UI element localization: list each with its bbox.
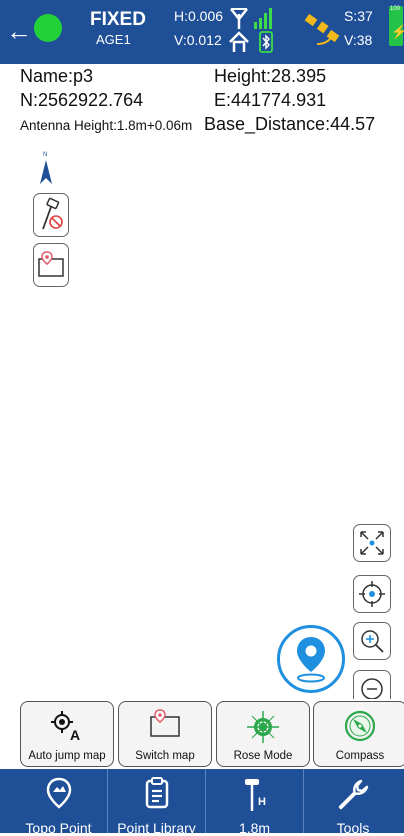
zoom-in-icon [361, 630, 384, 653]
point-height: Height:28.395 [214, 66, 327, 86]
base-distance: Base_Distance:44.57 [204, 114, 376, 134]
map-switch-icon [150, 709, 180, 737]
locate-point-button[interactable] [277, 625, 345, 693]
full-extent-icon [360, 531, 384, 555]
compass-rose-icon [247, 711, 279, 743]
point-name: Name:p3 [20, 66, 94, 86]
north-arrow-icon: N [38, 150, 54, 191]
nav-topo-point-label: Topo Point [25, 820, 92, 836]
bottom-navigation: Topo Point Point Library H 1.8m Tools [0, 769, 404, 836]
switch-map-label: Switch map [135, 750, 195, 762]
map-pin-frame-icon [38, 251, 64, 277]
target-a-icon: A [51, 711, 80, 742]
location-pin-icon [297, 637, 325, 683]
zoom-out-icon [361, 678, 383, 699]
crosshair-icon [359, 581, 385, 607]
bluetooth-icon [259, 31, 273, 53]
nav-antenna-height[interactable]: H 1.8m [206, 769, 304, 836]
satellite-icon [304, 13, 340, 45]
antenna-height-icon: H [244, 779, 266, 811]
satellites-used: S:37 [344, 8, 373, 24]
status-bar: ← FIXED AGE1 H:0.006 V:0.012 S:37 V:38 1… [0, 0, 404, 64]
fix-status-indicator [34, 14, 62, 42]
auto-jump-map-button[interactable]: A Auto jump map [20, 701, 114, 767]
antenna-height: Antenna Height:1.8m+0.06m [20, 118, 193, 133]
rose-mode-button[interactable]: Rose Mode [216, 701, 310, 767]
map-mode-bar: A Auto jump map Switch map Rose Mode Com… [0, 701, 404, 769]
antenna-icon [230, 8, 248, 29]
satellites-visible: V:38 [344, 32, 373, 48]
svg-text:A: A [70, 727, 80, 742]
nav-tools[interactable]: Tools [304, 769, 402, 836]
full-extent-button[interactable] [353, 524, 391, 562]
nav-point-library-label: Point Library [117, 820, 196, 836]
point-east: E:441774.931 [214, 90, 327, 110]
wrench-icon [338, 779, 369, 810]
nav-tools-label: Tools [336, 820, 370, 836]
point-north: N:2562922.764 [20, 90, 144, 110]
survey-pole-off-icon [42, 197, 63, 230]
svg-text:H: H [258, 796, 266, 808]
back-arrow-icon[interactable]: ← [6, 18, 32, 44]
zoom-out-button[interactable] [353, 670, 391, 699]
base-station-icon [229, 31, 249, 52]
signal-strength-icon [254, 8, 272, 29]
age-label: AGE1 [96, 32, 131, 47]
fix-status-label: FIXED [90, 9, 146, 30]
map-point-button[interactable] [33, 243, 69, 287]
rose-mode-label: Rose Mode [233, 750, 293, 762]
nav-topo-point[interactable]: Topo Point [10, 769, 108, 836]
v-precision: V:0.012 [174, 32, 222, 48]
auto-jump-map-label: Auto jump map [28, 750, 106, 762]
nav-point-library[interactable]: Point Library [108, 769, 206, 836]
charging-bolt-icon: ⚡ [391, 24, 404, 39]
h-precision: H:0.006 [174, 8, 224, 24]
zoom-in-button[interactable] [353, 622, 391, 660]
compass-label: Compass [335, 750, 385, 762]
battery-percent: 100 [390, 6, 401, 12]
center-position-button[interactable] [353, 575, 391, 613]
svg-text:N: N [43, 152, 47, 158]
compass-button[interactable]: Compass [313, 701, 404, 767]
stakeout-toggle-button[interactable] [33, 193, 69, 237]
switch-map-button[interactable]: Switch map [118, 701, 212, 767]
location-pin-icon [46, 777, 71, 809]
clipboard-icon [145, 777, 168, 809]
compass-icon [344, 710, 376, 742]
nav-antenna-height-label: 1.8m [238, 820, 271, 836]
